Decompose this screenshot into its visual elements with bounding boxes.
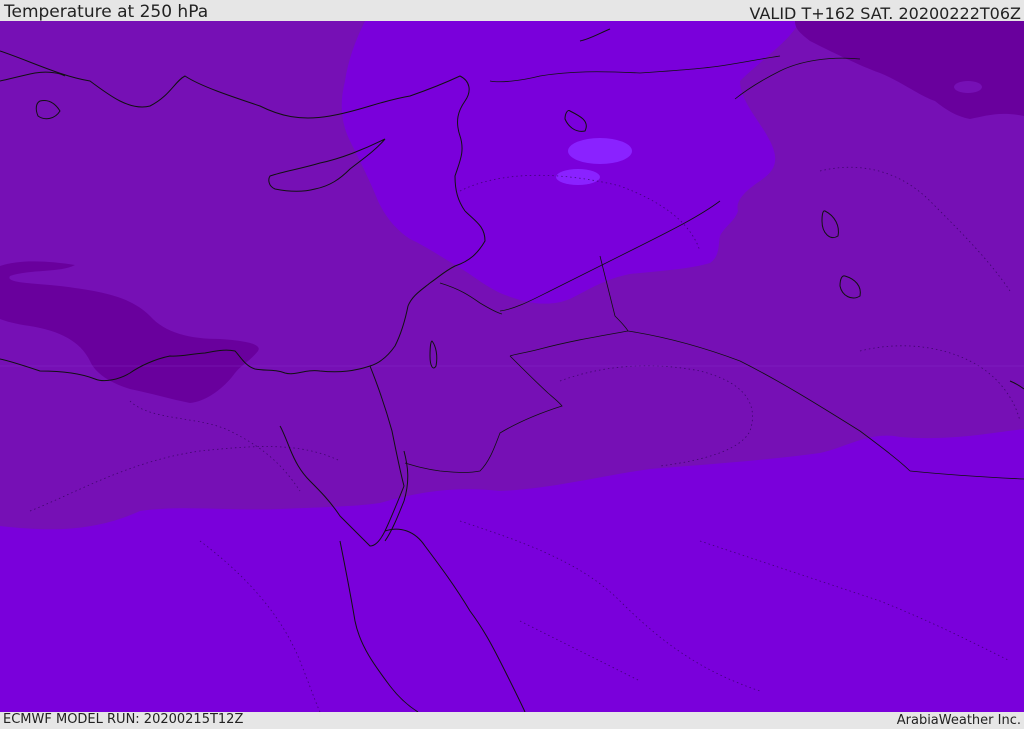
pocket-3 [954,81,982,93]
model-run: ECMWF MODEL RUN: 20200215T12Z [3,712,244,727]
footer-bar: ECMWF MODEL RUN: 20200215T12Z ArabiaWeat… [0,712,1024,729]
temperature-map [0,21,1024,712]
pocket-1 [568,138,632,164]
header-bar: Temperature at 250 hPa VALID T+162 SAT. … [0,0,1024,23]
valid-time: VALID T+162 SAT. 20200222T06Z [749,4,1021,23]
credit-label: ArabiaWeather Inc. [896,713,1021,728]
pocket-2 [556,169,600,185]
map-title: Temperature at 250 hPa [4,2,209,22]
